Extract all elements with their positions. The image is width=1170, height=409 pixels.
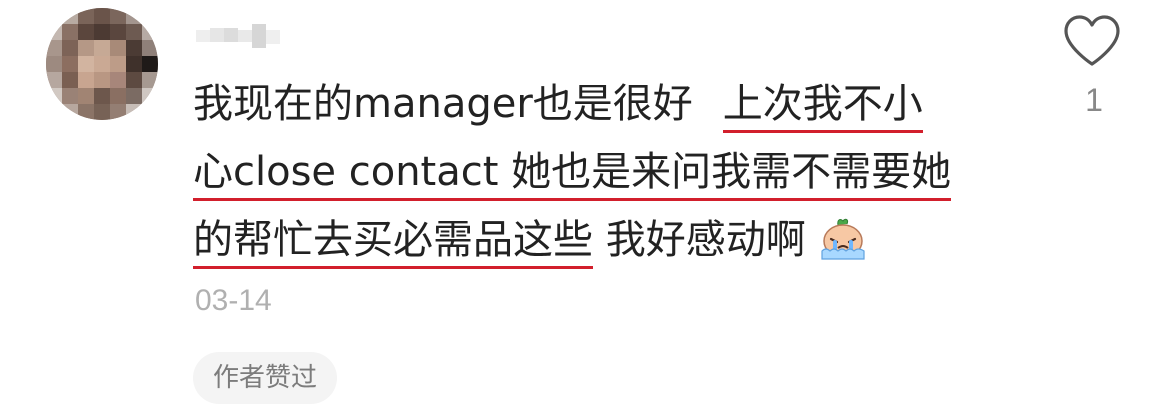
comment-date: 03-14 xyxy=(195,284,272,317)
avatar-pixelated-image xyxy=(46,8,158,120)
comment-text-underlined: 上次我不小 xyxy=(722,81,923,133)
comment-line-3: 的帮忙去买必需品这些 我好感动啊 xyxy=(193,206,1023,274)
author-liked-badge: 作者赞过 xyxy=(193,352,338,404)
comment-text-underlined: 的帮忙去买必需品这些 xyxy=(193,217,593,269)
comment-text-plain: 我好感动啊 xyxy=(605,217,806,263)
username-redacted[interactable] xyxy=(196,22,280,50)
heart-outline-icon[interactable] xyxy=(1062,14,1122,68)
comment-text-underlined: 心close contact 她也是来问我需不需要她 xyxy=(193,149,952,201)
crying-face-emoji-icon xyxy=(818,214,868,282)
like-count: 1 xyxy=(1085,82,1103,118)
comment-line-1: 我现在的manager也是很好 上次我不小 xyxy=(193,70,1023,138)
comment-body: 我现在的manager也是很好 上次我不小 心close contact 她也是来… xyxy=(193,70,1023,274)
avatar[interactable] xyxy=(46,8,158,120)
comment-text-plain: 我现在的manager也是很好 xyxy=(193,81,693,127)
comment-line-2: 心close contact 她也是来问我需不需要她 xyxy=(193,138,1023,206)
redacted-username-block xyxy=(196,24,280,48)
